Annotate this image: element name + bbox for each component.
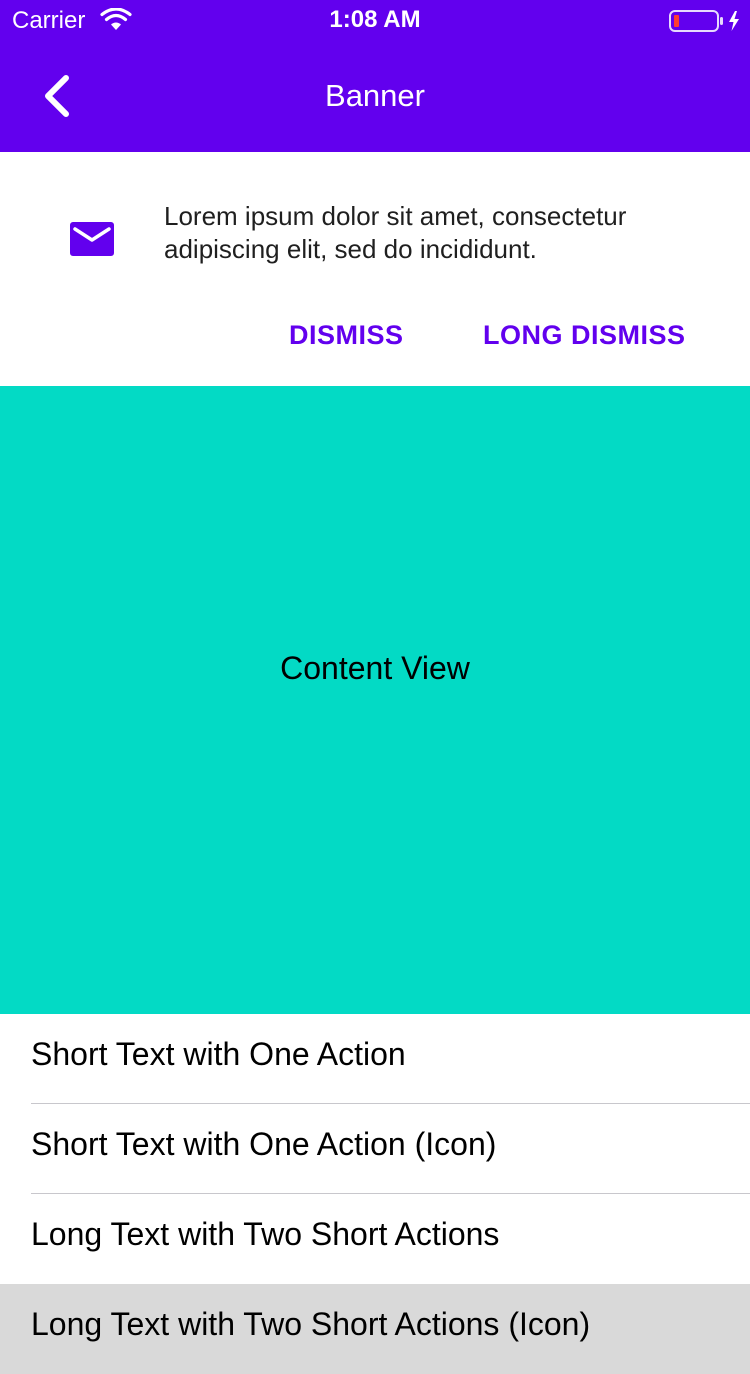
status-time: 1:08 AM <box>329 6 421 33</box>
example-list: Short Text with One Action Short Text wi… <box>0 1014 750 1374</box>
mail-icon <box>70 222 114 258</box>
list-item-label: Short Text with One Action <box>31 1036 406 1072</box>
list-item[interactable]: Long Text with Two Short Actions (Icon) <box>0 1284 750 1374</box>
status-bar: Carrier 1:08 AM <box>0 0 750 40</box>
content-view-label: Content View <box>280 650 470 686</box>
list-item-label: Long Text with Two Short Actions <box>31 1216 500 1252</box>
banner-message: Lorem ipsum dolor sit amet, consectetur … <box>164 201 627 264</box>
battery-level-icon <box>674 15 679 27</box>
list-item-label: Short Text with One Action (Icon) <box>31 1126 497 1162</box>
list-item[interactable]: Long Text with Two Short Actions <box>0 1194 750 1284</box>
list-item-label: Long Text with Two Short Actions (Icon) <box>31 1306 591 1342</box>
content-view: Content View <box>0 386 750 1014</box>
list-item[interactable]: Short Text with One Action <box>0 1014 750 1104</box>
navigation-bar: Banner <box>0 40 750 152</box>
dismiss-button[interactable]: DISMISS <box>289 318 404 352</box>
battery-icon <box>669 9 741 33</box>
list-item[interactable]: Short Text with One Action (Icon) <box>0 1104 750 1194</box>
long-dismiss-button[interactable]: LONG DISMISS <box>483 318 686 352</box>
page-title: Banner <box>325 78 425 113</box>
banner: Lorem ipsum dolor sit amet, consectetur … <box>0 152 750 386</box>
